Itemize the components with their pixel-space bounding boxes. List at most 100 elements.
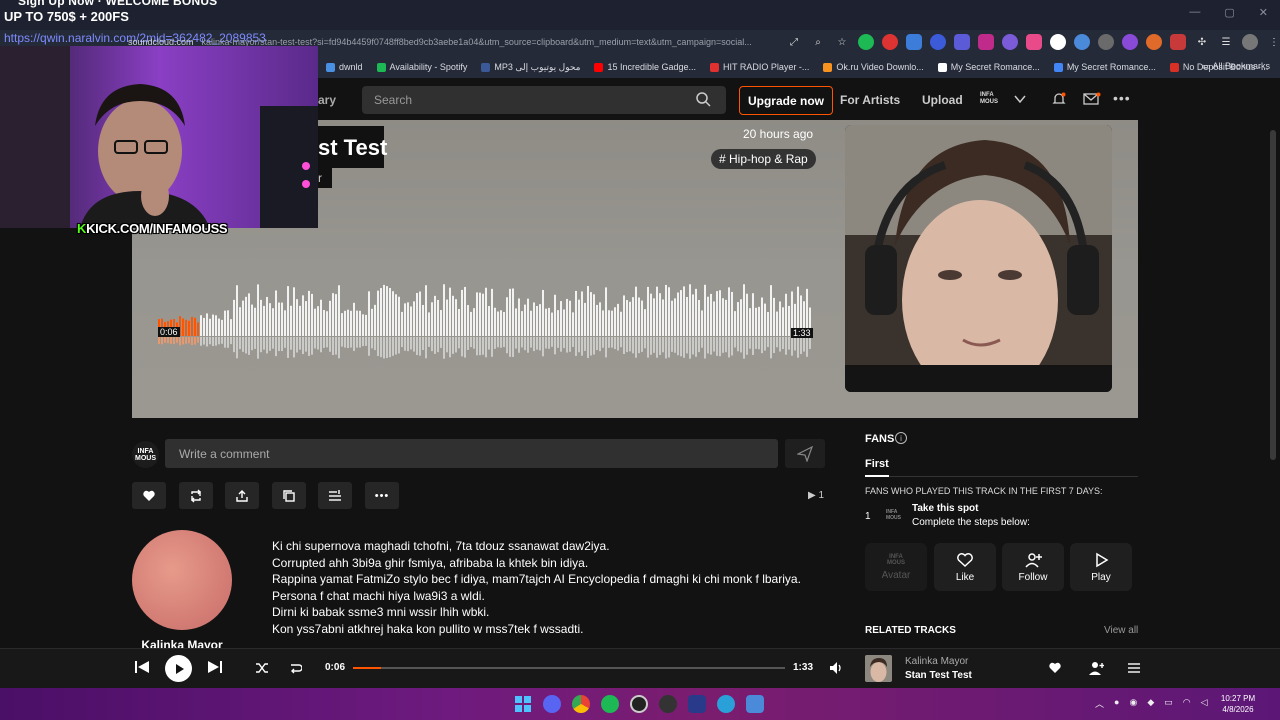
extension-icon[interactable] xyxy=(1098,34,1114,50)
extension-icon[interactable] xyxy=(954,34,970,50)
windows-start-icon[interactable] xyxy=(514,695,532,713)
spotify-icon[interactable] xyxy=(601,695,619,713)
extension-icon[interactable] xyxy=(1050,34,1066,50)
now-playing-artist[interactable]: Kalinka Mayor xyxy=(905,656,968,667)
now-playing-artwork[interactable] xyxy=(865,655,892,682)
profile-avatar-icon[interactable] xyxy=(1242,34,1258,50)
info-icon[interactable]: i xyxy=(895,432,907,444)
browser-menu-icon[interactable]: ⋮ xyxy=(1266,34,1280,50)
waveform-bar xyxy=(245,296,247,336)
extension-icon[interactable] xyxy=(930,34,946,50)
chrome-icon[interactable] xyxy=(572,695,590,713)
now-playing-title[interactable]: Stan Test Test xyxy=(905,670,972,681)
player-like-icon[interactable] xyxy=(1048,661,1062,675)
view-all-link[interactable]: View all xyxy=(1104,625,1138,636)
waveform-reflection-bar xyxy=(251,337,253,351)
extension-icon[interactable] xyxy=(1146,34,1162,50)
clock-time[interactable]: 10:27 PM xyxy=(1218,694,1258,703)
zoom-icon[interactable]: ⌕ xyxy=(810,34,826,50)
page-scrollbar[interactable] xyxy=(1270,130,1276,460)
header-avatar[interactable]: INFA MOUS xyxy=(980,92,1002,107)
track-artist-link[interactable]: r xyxy=(318,171,322,185)
waveform-bar xyxy=(686,297,688,336)
bookmark-item[interactable]: dwnld xyxy=(326,62,363,72)
tray-app-icon[interactable]: ◆ xyxy=(1147,697,1154,710)
tab-first[interactable]: First xyxy=(865,458,889,470)
upload-link[interactable]: Upload xyxy=(922,93,963,107)
more-options-icon[interactable]: ••• xyxy=(1113,90,1131,106)
chevron-down-icon[interactable] xyxy=(1013,92,1027,106)
discord-tray-icon[interactable]: ◉ xyxy=(1129,697,1137,710)
waveform-reflection-bar xyxy=(254,337,256,349)
add-to-playlist-button[interactable] xyxy=(318,482,352,509)
waveform-reflection-bar xyxy=(704,337,706,359)
like-button[interactable] xyxy=(132,482,166,509)
next-track-icon[interactable] xyxy=(207,659,223,675)
extension-icon[interactable] xyxy=(978,34,994,50)
menu-icon[interactable]: ☰ xyxy=(1218,34,1234,50)
bookmark-item[interactable]: MP3 محول يوتيوب إلى xyxy=(481,62,580,73)
speaker-icon[interactable]: ◁ xyxy=(1201,697,1208,710)
waveform-reflection-bar xyxy=(455,337,457,353)
extension-icon[interactable] xyxy=(858,34,874,50)
waveform[interactable] xyxy=(158,280,814,370)
shuffle-icon[interactable] xyxy=(255,661,269,675)
play-button[interactable] xyxy=(165,655,192,682)
nav-library-link[interactable]: ary xyxy=(318,93,336,107)
upgrade-now-button[interactable]: Upgrade now xyxy=(739,86,833,115)
genre-tag[interactable]: # Hip-hop & Rap xyxy=(711,149,816,169)
fan-like-step-button[interactable]: Like xyxy=(934,543,996,591)
bookmark-star-icon[interactable]: ☆ xyxy=(834,34,850,50)
extension-icon[interactable] xyxy=(882,34,898,50)
previous-track-icon[interactable] xyxy=(134,659,150,675)
bookmark-item[interactable]: My Secret Romance... xyxy=(937,62,1040,72)
for-artists-link[interactable]: For Artists xyxy=(840,93,900,107)
player-follow-icon[interactable] xyxy=(1088,660,1104,676)
clock-date[interactable]: 4/8/2026 xyxy=(1218,705,1258,714)
messages-icon[interactable] xyxy=(1083,92,1101,106)
network-icon[interactable]: ◠ xyxy=(1183,697,1191,710)
tray-app-icon[interactable]: ● xyxy=(1114,697,1119,710)
share-page-icon[interactable]: ⤢ xyxy=(786,34,802,50)
notifications-bell-icon[interactable] xyxy=(1051,91,1067,107)
repeat-icon[interactable] xyxy=(288,661,302,675)
search-icon[interactable] xyxy=(695,91,711,107)
bookmark-item[interactable]: Availability - Spotify xyxy=(376,62,467,72)
extension-icon[interactable] xyxy=(1026,34,1042,50)
close-window-button[interactable]: ✕ xyxy=(1259,6,1268,19)
artist-avatar[interactable] xyxy=(132,530,232,630)
fan-follow-step-button[interactable]: Follow xyxy=(1002,543,1064,591)
player-progress-bar[interactable] xyxy=(353,667,785,669)
all-bookmarks-button[interactable]: ▭ All Bookmarks xyxy=(1202,61,1270,72)
tray-expand-icon[interactable]: ︿ xyxy=(1095,697,1104,710)
app-icon[interactable] xyxy=(659,695,677,713)
app-icon[interactable] xyxy=(688,695,706,713)
maximize-button[interactable]: ▢ xyxy=(1224,6,1234,19)
discord-icon[interactable] xyxy=(543,695,561,713)
share-button[interactable] xyxy=(225,482,259,509)
copy-link-button[interactable] xyxy=(272,482,306,509)
bookmark-item[interactable]: Ok.ru Video Downlo... xyxy=(823,62,924,72)
more-actions-button[interactable]: ••• xyxy=(365,482,399,509)
bookmark-item[interactable]: My Secret Romance... xyxy=(1053,62,1156,72)
extension-icon[interactable] xyxy=(1074,34,1090,50)
repost-button[interactable] xyxy=(179,482,213,509)
battery-icon[interactable]: ▭ xyxy=(1164,697,1173,710)
extension-icon[interactable] xyxy=(1170,34,1186,50)
queue-icon[interactable] xyxy=(1127,661,1141,675)
bookmark-item[interactable]: 15 Incredible Gadge... xyxy=(594,62,696,72)
minimize-button[interactable]: — xyxy=(1189,6,1200,19)
extensions-puzzle-icon[interactable]: ✣ xyxy=(1194,34,1210,50)
bookmark-item[interactable]: HIT RADIO Player -... xyxy=(710,62,809,72)
app-icon[interactable] xyxy=(746,695,764,713)
extension-icon[interactable] xyxy=(906,34,922,50)
user-avatar[interactable]: INFA MOUS xyxy=(132,441,159,468)
extension-icon[interactable] xyxy=(1002,34,1018,50)
telegram-icon[interactable] xyxy=(717,695,735,713)
volume-icon[interactable] xyxy=(828,660,844,676)
send-comment-button[interactable] xyxy=(785,439,825,468)
obs-icon[interactable] xyxy=(630,695,648,713)
search-input[interactable] xyxy=(362,86,726,114)
fan-play-step-button[interactable]: Play xyxy=(1070,543,1132,591)
extension-icon[interactable] xyxy=(1122,34,1138,50)
